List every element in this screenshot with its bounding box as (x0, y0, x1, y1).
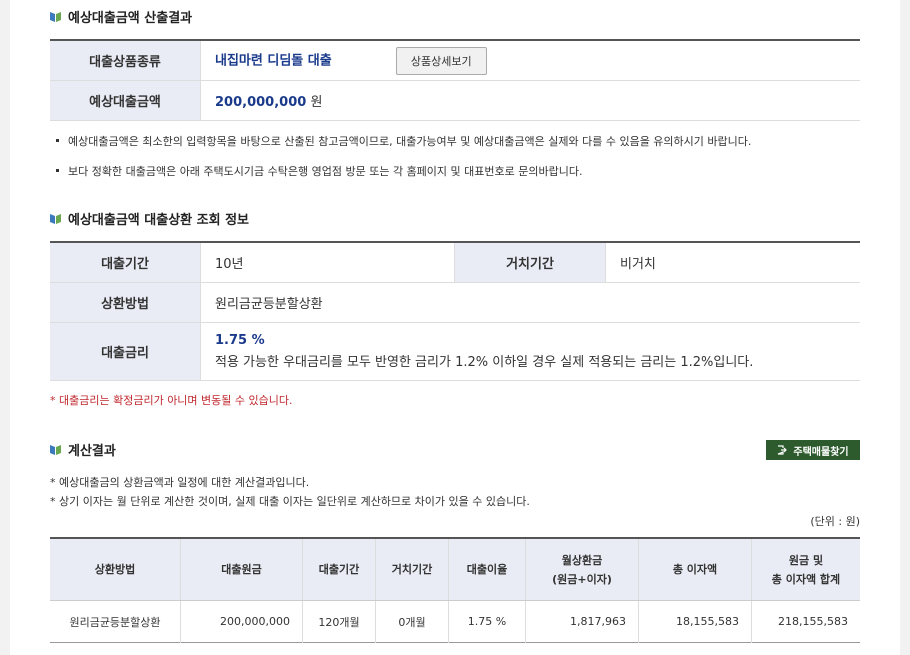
page: 예상대출금액 산출결과 대출상품종류 내집마련 디딤돌 대출 상품상세보기 예상… (10, 0, 900, 655)
exit-icon (778, 445, 788, 455)
cell-grace: 0개월 (375, 600, 449, 643)
result-note: * 예상대출금의 상환금액과 일정에 대한 계산결과입니다. (50, 476, 310, 489)
result-table: 상환방법 대출원금 대출기간 거치기간 대출이율 월상환금 (원금+이자) 총 이… (50, 537, 860, 643)
amount-label: 예상대출금액 (50, 80, 201, 121)
header-principal: 대출원금 (180, 538, 303, 601)
cell-period: 120개월 (302, 600, 376, 643)
result-note: * 상기 이자는 월 단위로 계산한 것이며, 실제 대출 이자는 일단위로 계… (50, 495, 530, 508)
grace-value: 비거치 (605, 242, 860, 283)
cell-monthly: 1,817,963 (525, 600, 639, 643)
book-icon (50, 11, 61, 22)
section-title-text: 예상대출금액 대출상환 조회 정보 (68, 213, 250, 228)
cell-interest: 18,155,583 (638, 600, 752, 643)
product-label: 대출상품종류 (50, 40, 201, 81)
section-title-result: 계산결과 (50, 440, 116, 459)
estimate-note: 예상대출금액은 최소한의 입력항목을 바탕으로 산출된 참고금액이므로, 대출가… (54, 133, 751, 149)
method-value: 원리금균등분할상환 (200, 282, 860, 323)
estimate-table: 대출상품종류 내집마련 디딤돌 대출 상품상세보기 예상대출금액 200,000… (50, 39, 860, 121)
unit-label: (단위 : 원) (810, 515, 860, 528)
table-row: 원리금균등분할상환 200,000,000 120개월 0개월 1.75 % 1… (50, 600, 860, 643)
rate-warning: * 대출금리는 확정금리가 아니며 변동될 수 있습니다. (50, 394, 293, 407)
amount-unit: 원 (310, 95, 323, 110)
result-header-row: 상환방법 대출원금 대출기간 거치기간 대출이율 월상환금 (원금+이자) 총 이… (50, 538, 860, 601)
section-title-text: 계산결과 (68, 444, 116, 459)
header-period: 대출기간 (302, 538, 376, 601)
header-method: 상환방법 (50, 538, 181, 601)
method-label: 상환방법 (50, 282, 201, 323)
rate-description: 적용 가능한 우대금리를 모두 반영한 금리가 1.2% 이하일 경우 실제 적… (215, 354, 754, 370)
grace-label: 거치기간 (454, 242, 606, 283)
header-grace: 거치기간 (375, 538, 449, 601)
book-icon (50, 213, 61, 224)
period-value: 10년 (200, 242, 455, 283)
result-notes: * 예상대출금의 상환금액과 일정에 대한 계산결과입니다. * 상기 이자는 … (50, 473, 530, 511)
section-title-text: 예상대출금액 산출결과 (68, 11, 193, 26)
cell-method: 원리금균등분할상환 (50, 600, 181, 643)
amount-value: 200,000,000 (215, 95, 307, 110)
rate-value: 1.75 % (215, 332, 265, 348)
product-value: 내집마련 디딤돌 대출 (215, 53, 332, 68)
period-label: 대출기간 (50, 242, 201, 283)
cell-principal: 200,000,000 (180, 600, 303, 643)
header-interest: 총 이자액 (638, 538, 752, 601)
estimate-note: 보다 정확한 대출금액은 아래 주택도시기금 수탁은행 영업점 방문 또는 각 … (54, 163, 751, 179)
repayment-table: 대출기간 10년 거치기간 비거치 상환방법 원리금균등분할상환 대출금리 1.… (50, 241, 860, 381)
book-icon (50, 444, 61, 455)
section-title-estimate: 예상대출금액 산출결과 (50, 7, 192, 26)
cell-rate: 1.75 % (448, 600, 526, 643)
header-total: 원금 및총 이자액 합계 (751, 538, 860, 601)
product-detail-button[interactable]: 상품상세보기 (395, 46, 487, 75)
cell-total: 218,155,583 (778, 615, 848, 628)
section-title-repayment: 예상대출금액 대출상환 조회 정보 (50, 209, 249, 228)
header-monthly: 월상환금 (원금+이자) (525, 538, 639, 601)
estimate-notes: 예상대출금액은 최소한의 입력항목을 바탕으로 산출된 참고금액이므로, 대출가… (54, 133, 751, 193)
find-house-button[interactable]: 주택매물찾기 (766, 440, 860, 460)
rate-label: 대출금리 (50, 322, 201, 381)
header-rate: 대출이율 (448, 538, 526, 601)
find-house-label: 주택매물찾기 (793, 446, 849, 458)
